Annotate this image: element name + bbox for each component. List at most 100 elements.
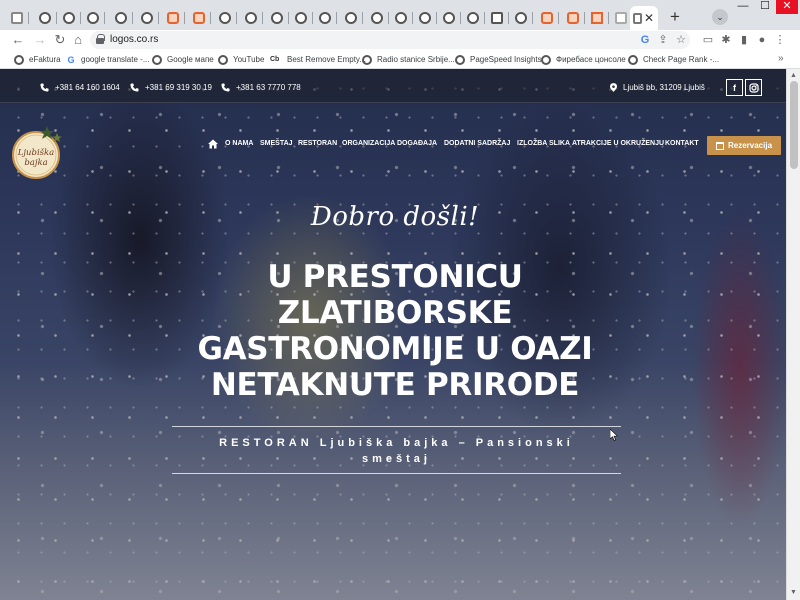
- phone-link[interactable]: +381 69 319 30 19: [130, 81, 212, 93]
- address-info: Ljubiš bb, 31209 Ljubiš: [610, 81, 705, 93]
- more-bookmarks-icon[interactable]: »: [778, 53, 784, 64]
- nav-atrakcije-u-okruzenju[interactable]: ATRAKCIJE U OKRUŽENJU: [572, 140, 664, 152]
- browser-tab[interactable]: [610, 8, 632, 28]
- globe-icon: [63, 12, 75, 24]
- home-icon[interactable]: ⌂: [70, 32, 86, 48]
- reservation-button[interactable]: Rezervacija: [707, 136, 781, 155]
- bookmark-star-icon[interactable]: ☆: [674, 32, 688, 48]
- forward-icon[interactable]: →: [32, 32, 48, 48]
- nav-kontakt[interactable]: KONTAKT: [665, 140, 699, 152]
- back-icon[interactable]: ←: [10, 32, 26, 48]
- nav-izlozba-slika[interactable]: IZLOŽBA SLIKA: [517, 140, 570, 152]
- bookmark-item[interactable]: Ggoogle translate -...: [66, 53, 149, 66]
- browser-tab[interactable]: [110, 8, 133, 28]
- globe-icon: [271, 12, 283, 24]
- browser-tab[interactable]: [188, 8, 211, 28]
- browser-tab[interactable]: [438, 8, 461, 28]
- close-tab-icon[interactable]: ✕: [642, 11, 656, 25]
- browser-toolbar: ← → ↻ ⌂ logos.co.rs G ⇪ ☆ ▭ ✱ ▮ ● ⋮: [0, 30, 800, 50]
- link-icon: [193, 12, 205, 24]
- nav-dodatni-sadrzaj[interactable]: DODATNI SADRŽAJ: [444, 140, 510, 152]
- browser-tab[interactable]: [314, 8, 337, 28]
- bookmark-item[interactable]: Radio stanice Srbije...: [362, 53, 455, 66]
- nav-organizacija-dogadjaja[interactable]: ORGANIZACIJA DOGAĐAJA: [342, 140, 437, 152]
- site-favicon-icon: [11, 12, 23, 24]
- google-translate-icon[interactable]: G: [638, 32, 652, 48]
- browser-tab[interactable]: [240, 8, 263, 28]
- browser-tab[interactable]: [366, 8, 389, 28]
- browser-tab[interactable]: [136, 8, 159, 28]
- new-tab-icon[interactable]: +: [666, 8, 684, 26]
- hero-subtitle: RESTORAN Ljubiška bajka – Pansionski sme…: [219, 437, 574, 465]
- welcome-heading: Dobro došli!: [310, 202, 480, 232]
- nav-restoran[interactable]: RESTORAN: [298, 140, 337, 152]
- site-logo[interactable]: Ljubiška bajka: [9, 124, 64, 179]
- browser-tab[interactable]: [290, 8, 313, 28]
- tab-search-icon[interactable]: ⌄: [712, 9, 728, 25]
- scroll-down-icon[interactable]: ▼: [790, 589, 797, 596]
- instagram-icon[interactable]: [745, 79, 762, 96]
- globe-icon: [455, 54, 465, 65]
- bookmarks-bar: eFaktura Ggoogle translate -... Google м…: [0, 50, 800, 69]
- url-text: logos.co.rs: [110, 34, 159, 45]
- browser-tab[interactable]: [486, 8, 509, 28]
- divider: [172, 473, 621, 474]
- divider: [172, 426, 621, 427]
- profile-icon[interactable]: ●: [754, 32, 770, 48]
- home-nav-icon[interactable]: [208, 139, 218, 149]
- close-window-icon[interactable]: ✕: [776, 0, 798, 14]
- browser-tab[interactable]: [586, 8, 609, 28]
- browser-tab[interactable]: [340, 8, 363, 28]
- globe-icon: [115, 12, 127, 24]
- facebook-icon[interactable]: f: [726, 79, 743, 96]
- r-icon: [491, 12, 503, 24]
- menu-icon[interactable]: ⋮: [772, 32, 788, 48]
- browser-tab[interactable]: [462, 8, 485, 28]
- globe-icon: [14, 54, 24, 65]
- magento-icon: [167, 12, 179, 24]
- browser-tab[interactable]: [562, 8, 585, 28]
- browser-tab[interactable]: [414, 8, 437, 28]
- nav-o-nama[interactable]: O NAMA: [225, 140, 253, 152]
- bookmark-item[interactable]: YouTube: [218, 53, 264, 66]
- bookmark-item[interactable]: PageSpeed Insights: [455, 53, 542, 66]
- browser-tab-strip: ✕ + ⌄ — ☐ ✕: [0, 0, 800, 30]
- analytics-icon: [591, 12, 603, 24]
- browser-tab[interactable]: [6, 8, 29, 28]
- scroll-thumb[interactable]: [790, 81, 798, 169]
- browser-tab[interactable]: [266, 8, 289, 28]
- side-panel-icon[interactable]: ▮: [736, 32, 752, 48]
- extension-icon[interactable]: ▭: [700, 32, 716, 48]
- bookmark-item[interactable]: eFaktura: [14, 53, 61, 66]
- minimize-icon[interactable]: —: [732, 0, 754, 14]
- globe-icon: [152, 54, 162, 65]
- browser-tab[interactable]: [390, 8, 413, 28]
- browser-tab[interactable]: [34, 8, 57, 28]
- reload-icon[interactable]: ↻: [52, 32, 68, 48]
- browser-tab[interactable]: [536, 8, 559, 28]
- bookmark-item[interactable]: Check Page Rank -...: [628, 53, 719, 66]
- mouse-cursor-icon: [610, 429, 618, 441]
- address-bar[interactable]: logos.co.rs G ⇪ ☆: [90, 31, 690, 49]
- share-icon[interactable]: ⇪: [656, 32, 670, 48]
- lock-icon: [96, 34, 105, 44]
- browser-tab[interactable]: [214, 8, 237, 28]
- puzzle-icon[interactable]: ✱: [718, 32, 734, 48]
- phone-icon: [40, 82, 49, 92]
- bookmark-item[interactable]: Фиребасе цонсоле: [541, 53, 626, 66]
- scroll-up-icon[interactable]: ▲: [790, 72, 797, 79]
- browser-tab[interactable]: [162, 8, 185, 28]
- browser-tab[interactable]: [510, 8, 533, 28]
- globe-icon: [39, 12, 51, 24]
- page-scrollbar[interactable]: ▲ ▼: [786, 69, 800, 600]
- window-icon: [615, 12, 627, 24]
- browser-tab[interactable]: [82, 8, 105, 28]
- nav-smestaj[interactable]: SMEŠTAJ: [260, 140, 293, 152]
- maximize-icon[interactable]: ☐: [754, 0, 776, 14]
- bookmark-item[interactable]: Cb Best Remove Empty...: [270, 53, 366, 66]
- globe-icon: [541, 54, 551, 65]
- bookmark-item[interactable]: Google мапе: [152, 53, 214, 66]
- browser-tab[interactable]: [58, 8, 81, 28]
- phone-link[interactable]: +381 63 7770 778: [221, 81, 301, 93]
- phone-link[interactable]: +381 64 160 1604: [40, 81, 120, 93]
